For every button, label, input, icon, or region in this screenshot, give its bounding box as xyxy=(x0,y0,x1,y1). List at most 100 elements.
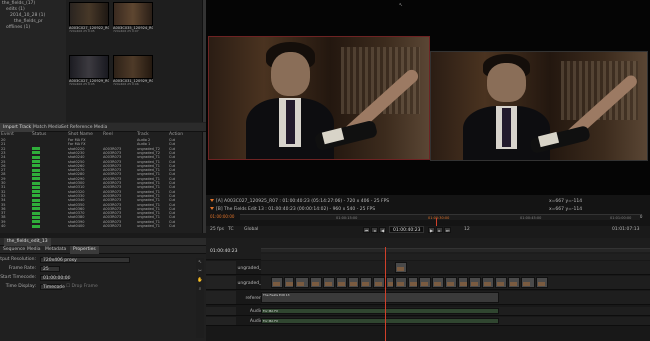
select-tool-icon[interactable]: ↖ xyxy=(196,258,204,267)
mode-select[interactable]: Global xyxy=(244,227,258,232)
timeline-clip[interactable] xyxy=(395,262,407,273)
timeline-clip[interactable] xyxy=(458,277,468,288)
track-lane[interactable]: The Fields Edit 13 xyxy=(261,291,650,304)
timeline-clip[interactable] xyxy=(508,277,520,288)
clip-thumbnail xyxy=(460,282,467,286)
clip-thumbnail[interactable]: A003C027_120922_R07 720x406 25 0:05 xyxy=(69,2,109,34)
zoom-tool-icon[interactable]: ⌕ xyxy=(196,285,204,294)
clip-thumbnail[interactable]: A003C027_120929_R07 720x406 25 0:05 xyxy=(69,55,109,87)
reference-clip-label: The Fields Edit 13 xyxy=(263,293,290,297)
thumbnail-meta: 720x406 25 0:07 xyxy=(113,30,139,33)
timeline-clip[interactable] xyxy=(495,277,507,288)
timeline-clip[interactable] xyxy=(336,277,347,288)
timeline-clip[interactable] xyxy=(432,277,444,288)
track-lane[interactable]: For MA FX xyxy=(261,317,650,325)
property-label: Frame Rate: xyxy=(8,266,36,271)
table-cell: shot0400 xyxy=(68,224,85,228)
hand-tool-icon[interactable]: ✋ xyxy=(196,276,204,285)
timeline-clip[interactable] xyxy=(419,277,431,288)
step-field[interactable]: 12 xyxy=(464,227,470,232)
status-badge xyxy=(32,160,40,164)
play-reverse-button[interactable]: ◀ xyxy=(379,226,386,233)
tc-label[interactable]: TC xyxy=(228,227,234,232)
clip-thumbnail[interactable]: A003C035_120924_R07 720x406 25 0:07 xyxy=(113,2,153,34)
status-badge xyxy=(32,155,40,159)
thumbnail-meta: 720x406 25 0:05 xyxy=(69,30,95,33)
ruler-mark: 01:01:00:00 xyxy=(610,216,632,220)
next-frame-button[interactable]: ▸ xyxy=(436,226,443,233)
cursor-icon: ↖ xyxy=(399,3,403,8)
thumbnail-meta: 720x406 25 0:06 xyxy=(113,83,139,86)
tab-media[interactable]: Media xyxy=(24,246,44,254)
tab-properties[interactable]: Properties xyxy=(70,246,99,254)
timeline-scroll[interactable] xyxy=(261,254,650,260)
tab-metadata[interactable]: Metadata xyxy=(42,246,69,254)
viewer-ruler[interactable]: 01:00:15:00 01:00:30:00 01:00:45:00 01:0… xyxy=(240,214,640,220)
track-lane[interactable] xyxy=(261,276,650,289)
track-controls[interactable] xyxy=(206,276,236,289)
prev-frame-button[interactable]: ◂ xyxy=(371,226,378,233)
audio-clip[interactable]: For MA FX xyxy=(261,318,499,324)
property-row: Output Resolution: 720x406 proxy xyxy=(0,256,206,264)
clip-thumbnail xyxy=(325,282,332,286)
property-row: Frame Rate: 25 xyxy=(0,265,206,273)
tab-the-fields-edit-13[interactable]: the_fields_edit_13 xyxy=(4,238,51,246)
viewer-playhead[interactable] xyxy=(436,218,437,226)
timeline-clip[interactable] xyxy=(310,277,322,288)
table-cell: ungraded_T1 xyxy=(137,224,160,228)
timeline-clip[interactable] xyxy=(348,277,359,288)
timeline-clip[interactable] xyxy=(408,277,418,288)
timeline-clip[interactable] xyxy=(271,277,283,288)
clip-thumbnail xyxy=(362,282,369,286)
timeline-clip[interactable] xyxy=(295,277,309,288)
track-controls[interactable] xyxy=(206,291,236,304)
timeline-clip[interactable] xyxy=(284,277,294,288)
timeline-playhead[interactable] xyxy=(385,247,386,341)
tree-item[interactable]: offlines (1) xyxy=(6,25,30,31)
tab-set-reference-media[interactable]: Set Reference Media xyxy=(58,123,110,132)
table-row[interactable]: 40 shot0400 A003R073 ungraded_T1 Cut xyxy=(0,224,202,228)
timeline-clip[interactable] xyxy=(373,277,385,288)
timecode-field[interactable]: 01:00:40:23 xyxy=(389,226,425,233)
timeline-clip[interactable] xyxy=(469,277,481,288)
track-controls[interactable] xyxy=(206,317,236,325)
time-display-select[interactable]: Timecode xyxy=(40,284,65,290)
audio-clip-label: For MA FX xyxy=(263,309,279,313)
frame-rate-select[interactable]: 25 xyxy=(40,266,60,272)
audio-clip[interactable]: For MA FX xyxy=(261,308,499,314)
track-lane[interactable] xyxy=(261,261,650,274)
play-button[interactable]: ▶ xyxy=(428,226,435,233)
drop-frame-checkbox[interactable]: ☐ Drop Frame xyxy=(66,283,98,291)
clip-thumbnail xyxy=(410,282,417,286)
reference-clip[interactable]: The Fields Edit 13 xyxy=(261,292,499,303)
timeline-clip[interactable] xyxy=(445,277,457,288)
track-lane[interactable]: For MA FX xyxy=(261,307,650,315)
properties-panel: Output Resolution: 720x406 proxy Frame R… xyxy=(0,254,206,341)
track-audio-2: Audio 2 For MA FX xyxy=(206,317,650,326)
track-controls[interactable] xyxy=(206,261,236,274)
timeline-clip[interactable] xyxy=(536,277,548,288)
timeline-clip[interactable] xyxy=(386,277,394,288)
timeline-clip[interactable] xyxy=(395,277,407,288)
status-badge xyxy=(32,181,40,185)
viewer-frame-b[interactable] xyxy=(430,51,648,161)
thumbnail-image xyxy=(113,2,153,26)
sequence-tabs: the_fields_edit_13 xyxy=(0,238,206,246)
track-controls[interactable] xyxy=(206,307,236,315)
timeline-clip[interactable] xyxy=(482,277,494,288)
clip-thumbnail[interactable]: A003C031_120929_R07 720x406 25 0:06 xyxy=(113,55,153,87)
output-resolution-select[interactable]: 720x406 proxy xyxy=(40,257,130,263)
thumbnail-image xyxy=(113,55,153,79)
go-start-button[interactable]: ⏮ xyxy=(363,226,370,233)
start-timecode-field[interactable]: 01:00:00:00 xyxy=(40,275,70,281)
timeline-timecode[interactable]: 01:00:40:23 xyxy=(210,249,237,254)
viewer-frame-a[interactable] xyxy=(208,36,430,160)
timeline-clip[interactable] xyxy=(323,277,335,288)
razor-tool-icon[interactable]: ✂ xyxy=(196,267,204,276)
clip-thumbnail xyxy=(471,282,478,286)
timeline-clip[interactable] xyxy=(521,277,535,288)
timeline-ruler[interactable] xyxy=(261,248,650,252)
timeline-header: 01:00:40:23 xyxy=(206,238,650,260)
go-end-button[interactable]: ⏭ xyxy=(444,226,451,233)
timeline-clip[interactable] xyxy=(360,277,372,288)
